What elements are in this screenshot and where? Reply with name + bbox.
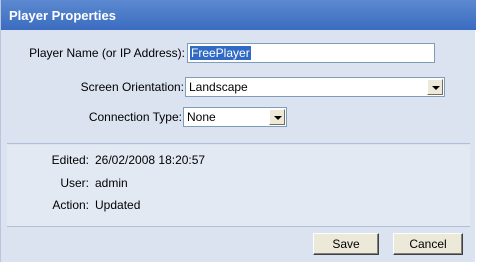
- properties-form: Player Name (or IP Address): FreePlayer …: [7, 34, 470, 144]
- screen-orientation-select[interactable]: Landscape: [185, 77, 445, 97]
- edited-label: Edited:: [51, 153, 89, 167]
- screen-orientation-label: Screen Orientation:: [80, 80, 184, 94]
- audit-info-panel: Edited: 26/02/2008 18:20:57 User: admin …: [7, 145, 470, 227]
- connection-type-select[interactable]: None: [183, 107, 287, 127]
- action-label: Action:: [52, 198, 89, 212]
- connection-type-value: None: [187, 110, 216, 124]
- player-name-label: Player Name (or IP Address):: [29, 46, 185, 60]
- edited-value: 26/02/2008 18:20:57: [95, 153, 206, 167]
- chevron-down-icon[interactable]: [427, 79, 443, 95]
- cancel-button[interactable]: Cancel: [393, 233, 463, 255]
- dialog-title: Player Properties: [9, 8, 116, 23]
- dialog-titlebar: Player Properties: [1, 0, 476, 30]
- player-name-value: FreePlayer: [190, 46, 251, 60]
- action-value: Updated: [95, 198, 141, 212]
- save-button[interactable]: Save: [313, 233, 379, 255]
- user-label: User:: [60, 176, 89, 190]
- chevron-down-icon[interactable]: [269, 109, 285, 125]
- user-value: admin: [95, 176, 128, 190]
- player-name-input[interactable]: FreePlayer: [187, 43, 435, 63]
- player-properties-dialog: Player Properties Player Name (or IP Add…: [0, 0, 476, 262]
- connection-type-label: Connection Type:: [88, 110, 182, 124]
- screen-orientation-value: Landscape: [189, 80, 248, 94]
- dialog-buttons: Save Cancel: [7, 228, 470, 262]
